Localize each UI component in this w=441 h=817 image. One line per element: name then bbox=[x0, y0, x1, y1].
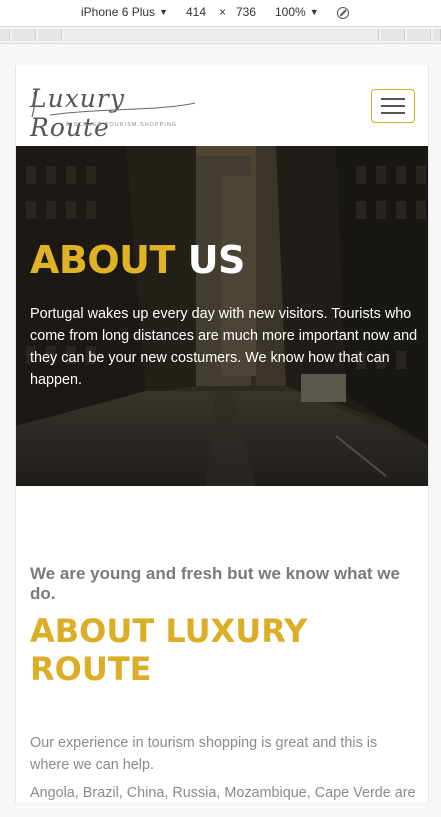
hero-title-accent: ABOUT bbox=[30, 238, 175, 282]
about-paragraph: Angola, Brazil, China, Russia, Mozambiqu… bbox=[30, 785, 416, 801]
hero-section: ABOUT US Portugal wakes up every day wit… bbox=[16, 146, 428, 486]
height-value: 736 bbox=[236, 5, 257, 19]
width-field[interactable]: 414 bbox=[186, 5, 206, 19]
menu-bar-icon bbox=[381, 105, 405, 107]
hero-title: ABOUT US bbox=[30, 238, 245, 282]
site-header: Luxury Route DISCOVER.TOURISM.SHOPPING bbox=[16, 66, 428, 146]
device-toolbar: iPhone 6 Plus ▼ 414 × 736 100% ▼ bbox=[0, 0, 441, 26]
about-subheading: We are young and fresh but we know what … bbox=[30, 564, 400, 603]
rotate-button[interactable] bbox=[337, 7, 349, 19]
logo-tagline: DISCOVER.TOURISM.SHOPPING bbox=[66, 122, 178, 128]
device-viewport: Luxury Route DISCOVER.TOURISM.SHOPPING A… bbox=[15, 66, 429, 802]
about-paragraph: Our experience in tourism shopping is gr… bbox=[30, 735, 378, 773]
chevron-down-icon: ▼ bbox=[159, 7, 168, 17]
device-name: iPhone 6 Plus bbox=[81, 5, 156, 19]
about-heading: ABOUT LUXURY ROUTE bbox=[30, 612, 308, 688]
about-section: We are young and fresh but we know what … bbox=[16, 486, 428, 802]
times-symbol: × bbox=[219, 5, 227, 19]
hero-description: Portugal wakes up every day with new vis… bbox=[30, 306, 418, 388]
chevron-down-icon: ▼ bbox=[309, 7, 319, 17]
logo[interactable]: Luxury Route DISCOVER.TOURISM.SHOPPING bbox=[30, 84, 200, 142]
zoom-value: 100% bbox=[275, 5, 306, 19]
menu-bar-icon bbox=[381, 112, 405, 114]
hero-title-rest: US bbox=[187, 238, 246, 282]
hamburger-menu-button[interactable] bbox=[371, 89, 415, 123]
zoom-select[interactable]: 100% ▼ bbox=[275, 5, 319, 19]
media-query-ruler[interactable] bbox=[0, 26, 441, 44]
dimension-separator: × bbox=[219, 5, 226, 19]
height-field[interactable]: 736 bbox=[236, 5, 256, 19]
rotate-icon bbox=[337, 7, 349, 19]
width-value: 414 bbox=[186, 5, 207, 19]
menu-bar-icon bbox=[381, 98, 405, 100]
device-select[interactable]: iPhone 6 Plus ▼ bbox=[81, 5, 168, 19]
